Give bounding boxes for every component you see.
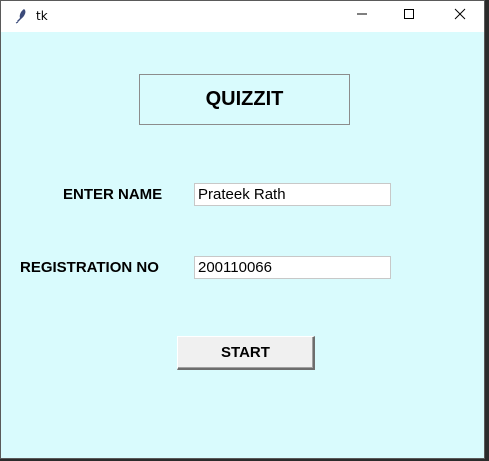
minimize-button[interactable]: [339, 1, 385, 31]
main-panel: QUIZZIT ENTER NAME Prateek Rath REGISTRA…: [1, 32, 484, 458]
close-button[interactable]: [437, 1, 483, 31]
registration-label: REGISTRATION NO: [20, 259, 159, 276]
app-window: tk QUIZZIT ENTER NAME Prateek Rath REGIS…: [0, 0, 485, 459]
window-title: tk: [36, 9, 48, 23]
feather-icon: [13, 8, 29, 24]
start-button[interactable]: START: [177, 336, 315, 370]
maximize-icon: [403, 7, 415, 25]
name-label: ENTER NAME: [63, 186, 163, 203]
close-icon: [454, 7, 466, 25]
name-input[interactable]: Prateek Rath: [194, 183, 391, 206]
title-bar[interactable]: tk: [1, 1, 484, 32]
app-title: QUIZZIT: [139, 74, 350, 125]
registration-input[interactable]: 200110066: [194, 256, 391, 279]
maximize-button[interactable]: [386, 1, 432, 31]
minimize-icon: [356, 7, 368, 25]
